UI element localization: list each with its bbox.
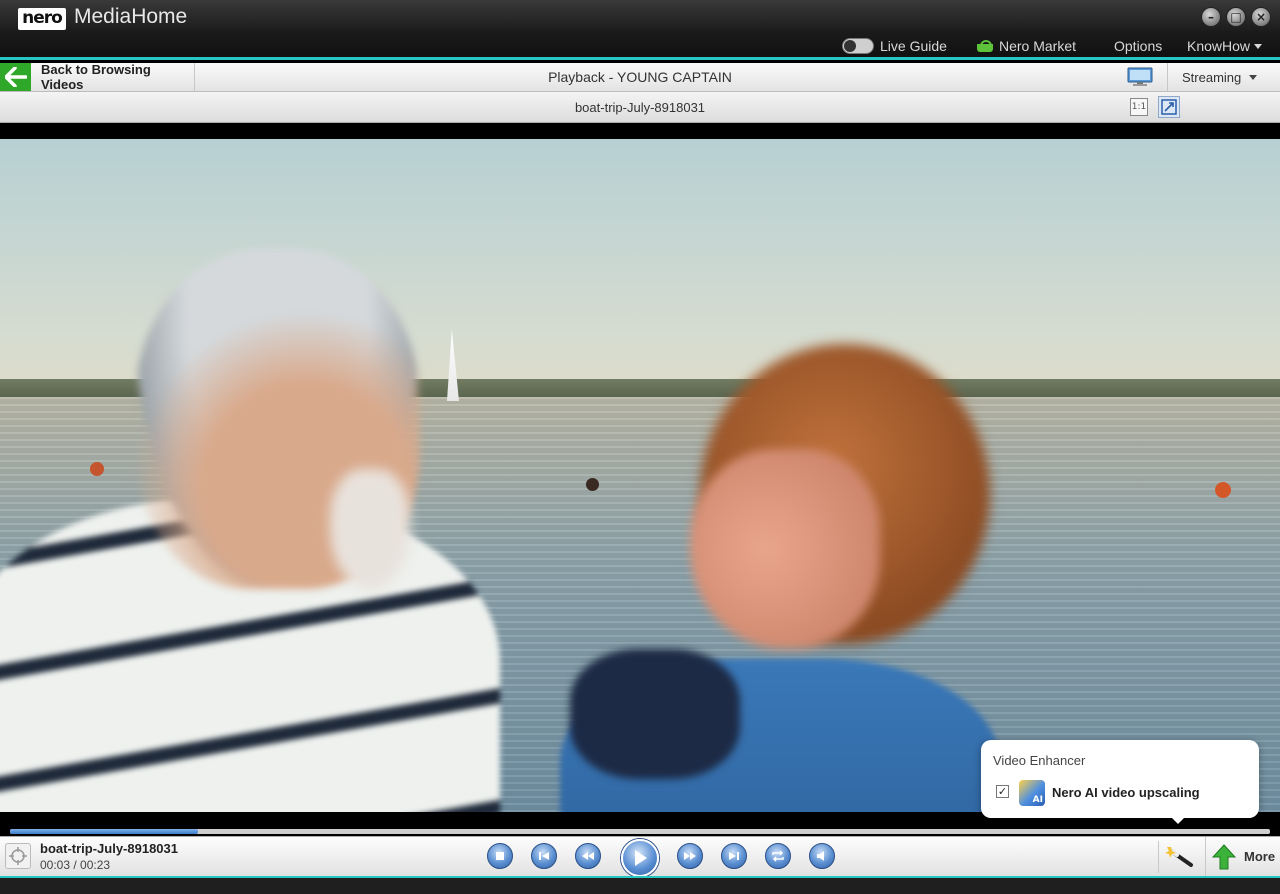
fast-forward-button[interactable]	[677, 843, 703, 869]
basket-icon	[977, 40, 993, 52]
repeat-icon	[772, 850, 784, 862]
nero-market-label: Nero Market	[999, 38, 1077, 54]
play-button[interactable]	[621, 839, 659, 877]
skip-next-icon	[729, 852, 739, 860]
back-button[interactable]	[0, 63, 31, 91]
minimize-button[interactable]: –	[1201, 7, 1221, 27]
previous-button[interactable]	[531, 843, 557, 869]
video-buoy	[90, 462, 104, 476]
volume-icon	[817, 851, 824, 861]
ai-upscaling-checkbox[interactable]: ✓	[996, 785, 1009, 798]
volume-button[interactable]	[809, 843, 835, 869]
stop-icon	[496, 852, 504, 860]
seek-bar[interactable]	[0, 826, 1280, 836]
crosshair-icon	[9, 847, 27, 865]
options-menu[interactable]: Options	[1114, 36, 1162, 56]
seek-progress	[10, 829, 198, 834]
rewind-icon	[582, 852, 594, 860]
arrow-up-icon	[1212, 843, 1236, 869]
video-frame[interactable]	[0, 139, 1280, 812]
monitor-button[interactable]	[1126, 67, 1154, 87]
more-button[interactable]: More	[1205, 837, 1280, 876]
next-button[interactable]	[721, 843, 747, 869]
title-bar: nero MediaHome – □ × Live Guide Nero Mar…	[0, 0, 1280, 60]
maximize-button[interactable]: □	[1226, 7, 1246, 27]
close-button[interactable]: ×	[1251, 7, 1271, 27]
ai-upscaling-icon: AI	[1019, 780, 1045, 806]
bottom-strip	[0, 876, 1280, 894]
more-label: More	[1244, 849, 1276, 864]
stop-button[interactable]	[487, 843, 513, 869]
toolbar: Back to Browsing Videos Playback - YOUNG…	[0, 62, 1280, 92]
live-guide-toggle[interactable]	[842, 38, 874, 54]
now-playing-filename: boat-trip-July-8918031	[40, 841, 178, 856]
knowhow-menu[interactable]: KnowHow	[1187, 36, 1263, 56]
fit-to-screen-button[interactable]	[1158, 96, 1180, 118]
live-guide-label: Live Guide	[880, 38, 947, 54]
video-enhancer-title: Video Enhancer	[993, 753, 1086, 768]
fit-screen-icon	[1161, 99, 1177, 115]
video-boy-face	[690, 449, 880, 649]
repeat-button[interactable]	[765, 843, 791, 869]
video-sailboat	[447, 329, 459, 401]
video-filename: boat-trip-July-8918031	[574, 100, 706, 115]
monitor-icon	[1127, 67, 1153, 86]
streaming-dropdown[interactable]: Streaming	[1167, 63, 1280, 91]
video-enhancer-button[interactable]	[1158, 841, 1198, 873]
target-icon[interactable]	[5, 843, 31, 869]
original-size-button[interactable]: 1:1	[1130, 98, 1148, 116]
back-to-browsing-button[interactable]: Back to Browsing Videos	[31, 62, 195, 92]
video-glove	[570, 649, 740, 779]
play-icon	[635, 850, 647, 866]
video-man-beard	[330, 469, 410, 589]
chevron-down-icon	[1249, 74, 1258, 80]
back-arrow-icon	[4, 67, 27, 87]
chevron-down-icon	[1254, 43, 1263, 49]
seek-track[interactable]	[10, 829, 1270, 834]
live-guide-item[interactable]: Live Guide	[842, 36, 947, 56]
magic-wand-icon	[1164, 847, 1193, 867]
video-buoy	[1215, 482, 1231, 498]
video-buoy	[586, 478, 599, 491]
file-info-bar: boat-trip-July-8918031 1:1	[0, 92, 1280, 123]
rewind-button[interactable]	[575, 843, 601, 869]
fast-forward-icon	[684, 852, 696, 860]
skip-previous-icon	[539, 852, 549, 860]
video-enhancer-popup: Video Enhancer ✓ AI Nero AI video upscal…	[981, 740, 1259, 824]
ai-upscaling-label[interactable]: Nero AI video upscaling	[1052, 785, 1200, 800]
streaming-label: Streaming	[1182, 69, 1242, 85]
knowhow-label: KnowHow	[1187, 38, 1251, 54]
nero-market-item[interactable]: Nero Market	[977, 36, 1076, 56]
app-title: MediaHome	[74, 5, 188, 28]
playback-time: 00:03 / 00:23	[40, 858, 111, 872]
nero-logo: nero	[18, 8, 66, 30]
playback-controls: boat-trip-July-8918031 00:03 / 00:23 Mor…	[0, 836, 1280, 877]
